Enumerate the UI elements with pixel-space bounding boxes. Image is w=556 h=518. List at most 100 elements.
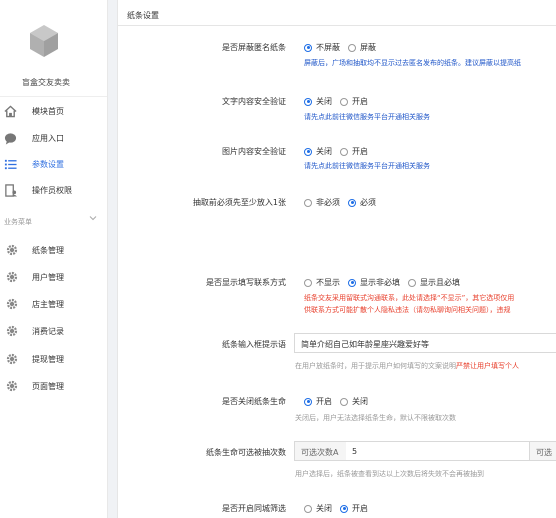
- radio-label: 显示非必填: [360, 278, 400, 287]
- section-title: 纸条设置: [127, 11, 159, 20]
- radio-must-put-optional[interactable]: 非必须: [304, 197, 340, 208]
- sidebar: 盲盒交友卖卖 模块首页 应用入口 参数设置 操作员权限 业务菜单 纸条管理 用户…: [0, 0, 108, 518]
- radio-label: 不屏蔽: [316, 43, 340, 52]
- radio-group-anon: 不屏蔽 屏蔽: [304, 42, 384, 53]
- setting-label-must-put: 抽取前必须先至少放入1张: [192, 198, 286, 207]
- setting-label-life: 是否关闭纸条生命: [222, 397, 286, 406]
- radio-label: 不显示: [316, 278, 340, 287]
- nav-label: 纸条管理: [32, 246, 64, 255]
- radio-circle-checked: [304, 43, 312, 52]
- placeholder-input[interactable]: 简单介绍自己如年龄星座兴趣爱好等: [294, 333, 556, 353]
- setting-label-image-check: 图片内容安全验证: [222, 147, 286, 156]
- settings-panel: 纸条设置 是否屏蔽匿名纸条 不屏蔽 屏蔽 屏蔽后，广场和抽取均不显示过去匿名发布…: [117, 0, 556, 518]
- radio-anon-no-block[interactable]: 不屏蔽: [304, 42, 340, 53]
- radio-label: 关闭: [316, 147, 332, 156]
- radio-label: 开启: [352, 504, 368, 513]
- hint-anon: 屏蔽后，广场和抽取均不显示过去匿名发布的纸条。建议屏蔽以提高纸: [304, 59, 521, 67]
- nav-label: 模块首页: [32, 107, 64, 116]
- radio-life-on[interactable]: 开启: [304, 396, 332, 407]
- radio-circle: [304, 198, 312, 207]
- radio-image-check-on[interactable]: 开启: [340, 146, 368, 157]
- chat-icon: [4, 133, 17, 145]
- section-divider: [118, 25, 556, 26]
- gear-icon: [6, 298, 18, 310]
- radio-circle-checked: [304, 97, 312, 106]
- list-icon: [4, 159, 17, 170]
- radio-circle: [408, 278, 416, 287]
- radio-circle: [348, 43, 356, 52]
- setting-label-text-check: 文字内容安全验证: [222, 97, 286, 106]
- radio-anon-block[interactable]: 屏蔽: [348, 42, 376, 53]
- nav-item-shop-management[interactable]: 店主管理: [0, 291, 107, 317]
- nav-item-operator-permission[interactable]: 操作员权限: [0, 177, 107, 203]
- radio-text-check-off[interactable]: 关闭: [304, 96, 332, 107]
- times-input[interactable]: 5: [346, 441, 530, 461]
- radio-group-must-put: 非必须 必须: [304, 197, 384, 208]
- radio-label: 开启: [352, 97, 368, 106]
- hint-placeholder: 在用户放纸条时，用于提示用户如何填写的文案说明严禁让用户填写个人: [295, 361, 519, 371]
- times-addon-right: 可选: [529, 441, 556, 461]
- radio-city-on[interactable]: 开启: [340, 503, 368, 514]
- setting-label-placeholder: 纸条输入框提示语: [222, 340, 286, 349]
- nav-label: 参数设置: [32, 160, 64, 169]
- nav-item-settings[interactable]: 参数设置: [0, 151, 107, 177]
- hint-contact-line1: 纸条交友采用留联式沟通联系，此处请选择“不显示”，其它选项仅用: [304, 294, 515, 302]
- nav-item-note-management[interactable]: 纸条管理: [0, 237, 107, 263]
- nav-item-app-entry[interactable]: 应用入口: [0, 125, 107, 151]
- radio-group-life: 开启 关闭: [304, 396, 376, 407]
- radio-circle: [304, 278, 312, 287]
- app-logo-icon: [30, 25, 58, 57]
- nav-item-withdraw-management[interactable]: 提现管理: [0, 346, 107, 372]
- radio-circle: [340, 147, 348, 156]
- hint-image-check-link[interactable]: 请先点此前往微信服务平台开通相关服务: [304, 161, 430, 171]
- gear-icon: [6, 244, 18, 256]
- gear-icon: [6, 353, 18, 365]
- radio-circle: [340, 397, 348, 406]
- nav-item-page-management[interactable]: 页面管理: [0, 373, 107, 399]
- user-doc-icon: [5, 184, 17, 197]
- radio-label: 关闭: [316, 504, 332, 513]
- nav-label: 用户管理: [32, 273, 64, 282]
- radio-label: 必须: [360, 198, 376, 207]
- gear-icon: [6, 380, 18, 392]
- hint-text-check-link[interactable]: 请先点此前往微信服务平台开通相关服务: [304, 112, 430, 122]
- nav-item-module-home[interactable]: 模块首页: [0, 98, 107, 124]
- app-name: 盲盒交友卖卖: [22, 78, 70, 87]
- gear-icon: [6, 325, 18, 337]
- home-icon: [4, 105, 17, 118]
- radio-image-check-off[interactable]: 关闭: [304, 146, 332, 157]
- nav-label: 店主管理: [32, 300, 64, 309]
- hint-placeholder-text: 在用户放纸条时，用于提示用户如何填写的文案说明: [295, 362, 456, 370]
- radio-label: 开启: [352, 147, 368, 156]
- radio-contact-required[interactable]: 显示且必填: [408, 277, 460, 288]
- radio-label: 非必须: [316, 198, 340, 207]
- nav-item-user-management[interactable]: 用户管理: [0, 264, 107, 290]
- hint-life: 关闭后，用户无法选择纸条生命，默认不限被取次数: [295, 414, 456, 422]
- setting-label-contact: 是否显示填写联系方式: [206, 278, 286, 287]
- radio-life-off[interactable]: 关闭: [340, 396, 368, 407]
- radio-circle-checked: [340, 504, 348, 513]
- chevron-down-icon[interactable]: [89, 214, 97, 222]
- business-menu-header: 业务菜单: [4, 218, 32, 226]
- radio-text-check-on[interactable]: 开启: [340, 96, 368, 107]
- radio-must-put-required[interactable]: 必须: [348, 197, 376, 208]
- radio-group-image-check: 关闭 开启: [304, 146, 376, 157]
- setting-label-city: 是否开启同城筛选: [222, 504, 286, 513]
- radio-circle-checked: [304, 397, 312, 406]
- hint-placeholder-warning: 严禁让用户填写个人: [456, 362, 519, 370]
- setting-label-anon: 是否屏蔽匿名纸条: [222, 43, 286, 52]
- radio-label: 显示且必填: [420, 278, 460, 287]
- gear-icon: [6, 271, 18, 283]
- app-logo-area: 盲盒交友卖卖: [0, 0, 107, 97]
- radio-city-off[interactable]: 关闭: [304, 503, 332, 514]
- radio-label: 屏蔽: [360, 43, 376, 52]
- radio-contact-hidden[interactable]: 不显示: [304, 277, 340, 288]
- nav-item-consumption-records[interactable]: 消费记录: [0, 318, 107, 344]
- nav-label: 提现管理: [32, 355, 64, 364]
- nav-label: 应用入口: [32, 134, 64, 143]
- radio-circle: [340, 97, 348, 106]
- nav-label: 操作员权限: [32, 186, 72, 195]
- radio-contact-optional[interactable]: 显示非必填: [348, 277, 400, 288]
- nav-label: 消费记录: [32, 327, 64, 336]
- radio-circle-checked: [304, 147, 312, 156]
